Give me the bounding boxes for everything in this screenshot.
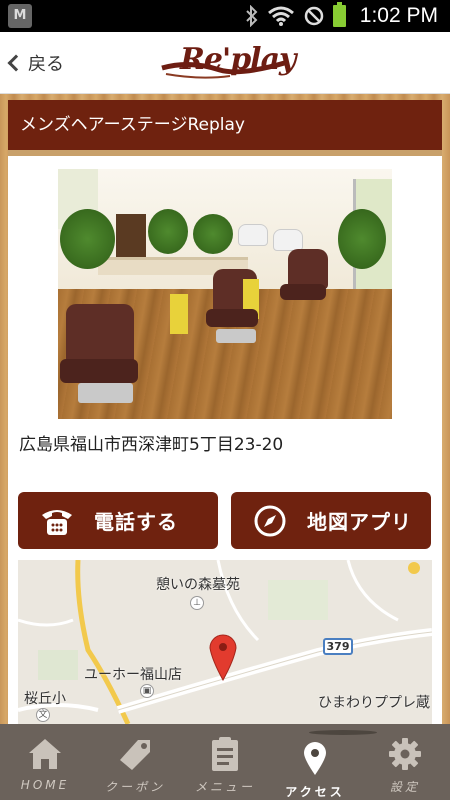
map-label-place2: ユーホー福山店 — [84, 667, 182, 683]
map-label-place4: ひまわりププレ蔵 — [318, 695, 430, 711]
app-header: 戻る Re'play — [0, 32, 450, 94]
tab-label: HOME — [20, 778, 70, 792]
status-icons: 1:02 PM — [245, 0, 438, 32]
gear-icon — [386, 736, 424, 772]
clock: 1:02 PM — [359, 4, 438, 27]
logo-text: Re'play — [180, 42, 296, 77]
menu-clipboard-icon — [206, 736, 244, 772]
tab-settings[interactable]: 設定 — [360, 724, 450, 800]
tab-label: アクセス — [285, 785, 345, 799]
map-label: 地図アプリ — [307, 510, 412, 534]
location-marker-icon[interactable] — [208, 632, 238, 682]
coupon-tag-icon — [116, 736, 154, 772]
title-divider — [8, 150, 442, 156]
school-poi-icon: 文 — [36, 708, 50, 722]
back-label: 戻る — [28, 54, 64, 75]
cemetery-poi-icon: ⊥ — [190, 596, 204, 610]
tab-coupon[interactable]: クーポン — [90, 724, 180, 800]
tab-label: メニュー — [194, 780, 255, 794]
tab-home[interactable]: HOME — [0, 724, 90, 800]
call-label: 電話する — [94, 510, 178, 534]
bottom-tab-bar: HOME クーポン メニュー アクセス 設定 — [0, 724, 450, 800]
home-icon — [26, 736, 64, 772]
address-text: 広島県福山市西深津町5丁目23-20 — [19, 435, 284, 455]
tab-menu[interactable]: メニュー — [180, 724, 270, 800]
no-signal-icon — [304, 6, 324, 26]
logo: Re'play — [160, 40, 296, 88]
content-card: メンズヘアーステージReplay 広島県福山市西深津町5丁目23-20 電話する… — [8, 100, 442, 724]
bluetooth-icon — [246, 5, 258, 27]
chevron-left-icon — [7, 54, 25, 72]
map-label-place1: 憩いの森墓苑 — [156, 577, 240, 593]
compass-icon — [253, 504, 287, 538]
map-app-button[interactable]: 地図アプリ — [231, 492, 431, 549]
tab-label: 設定 — [389, 780, 420, 794]
app-notification-icon: M — [8, 4, 32, 28]
page-title: メンズヘアーステージReplay — [8, 100, 442, 150]
access-map[interactable]: 憩いの森墓苑 ⊥ 379 ユーホー福山店 ▣ 桜丘小 文 ひまわりププレ蔵 — [18, 560, 432, 724]
call-button[interactable]: 電話する — [18, 492, 218, 549]
shop-poi-icon: ▣ — [140, 684, 154, 698]
back-button[interactable]: 戻る — [6, 50, 64, 76]
telephone-icon — [40, 504, 74, 538]
battery-icon — [332, 2, 346, 27]
tab-label: クーポン — [104, 780, 165, 794]
status-bar: M 1:02 PM — [0, 0, 450, 32]
map-label-place3: 桜丘小 — [24, 691, 66, 707]
salon-photo — [58, 169, 392, 419]
tab-access[interactable]: アクセス — [270, 724, 377, 800]
location-pin-icon — [296, 741, 334, 777]
wifi-icon — [267, 6, 294, 26]
route-number-badge: 379 — [323, 638, 353, 655]
